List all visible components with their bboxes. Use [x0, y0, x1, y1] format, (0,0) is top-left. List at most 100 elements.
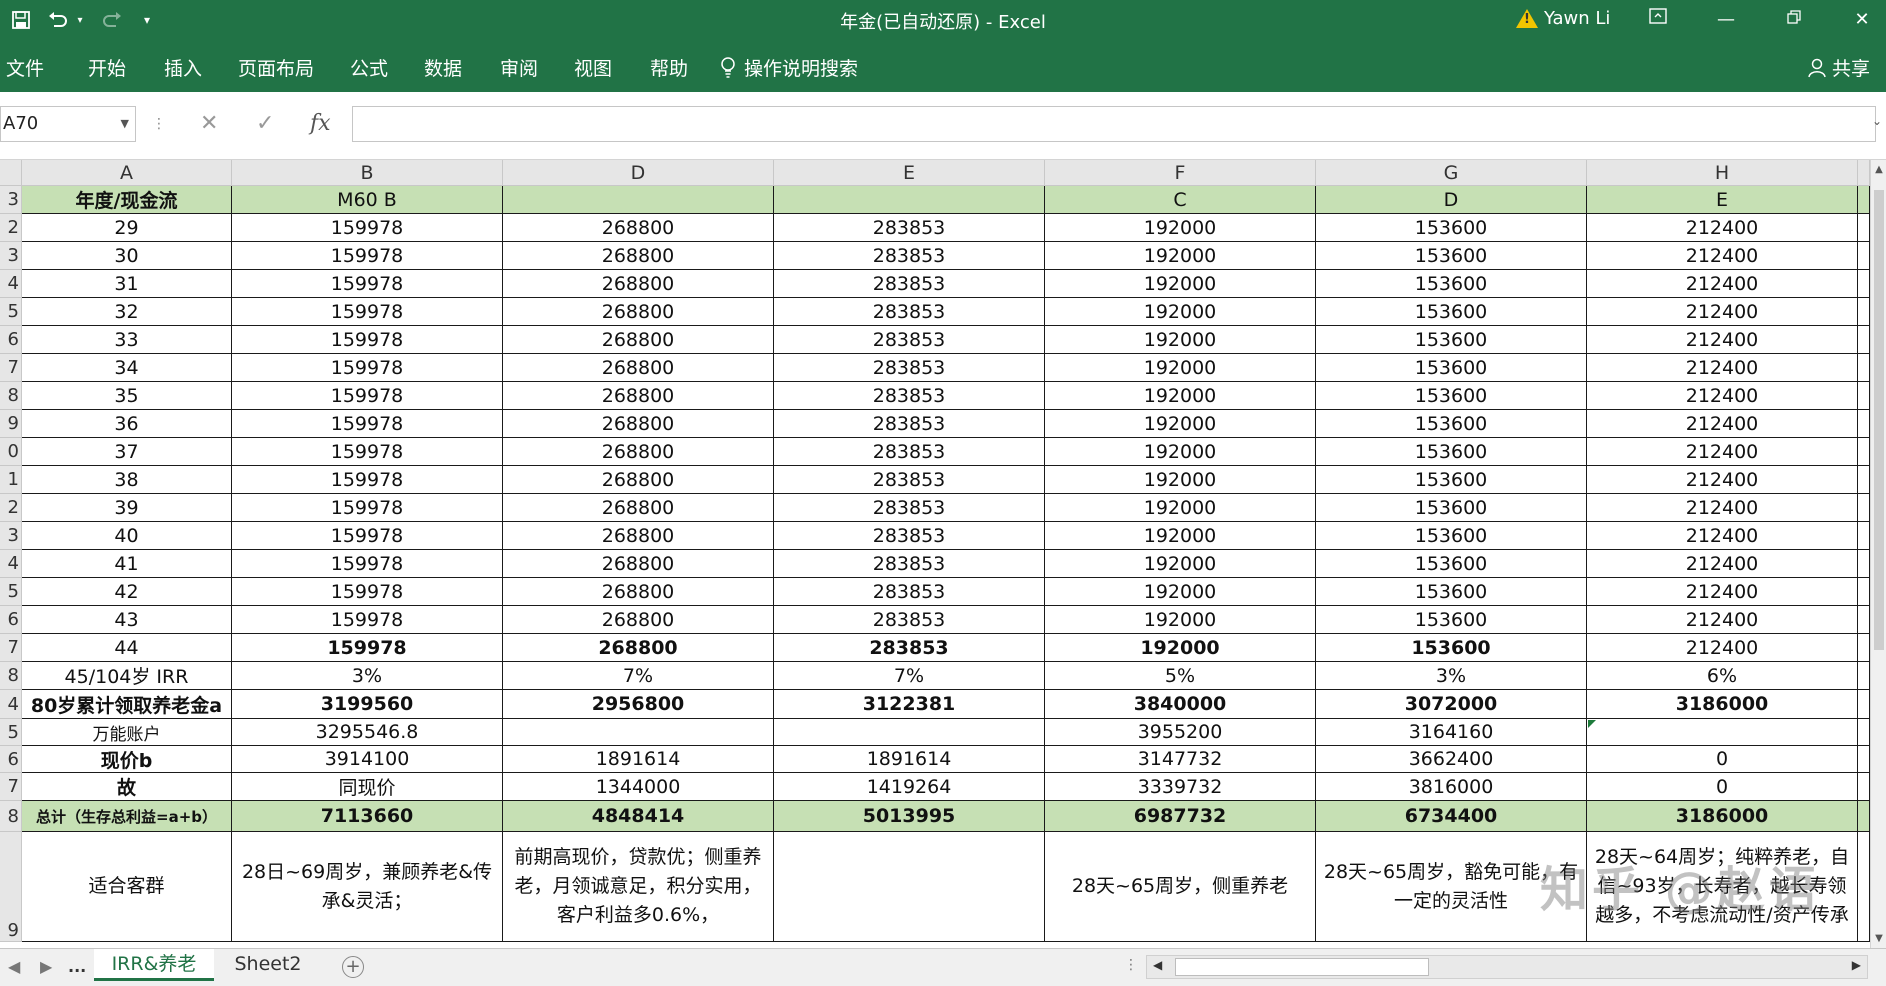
cell-e[interactable]: 283853	[774, 550, 1045, 578]
select-all-corner[interactable]	[0, 160, 22, 186]
cell-h[interactable]: 212400	[1587, 522, 1858, 550]
cell-h[interactable]: 212400	[1587, 438, 1858, 466]
cell-h[interactable]: 0	[1587, 746, 1858, 773]
cell-e[interactable]: 283853	[774, 466, 1045, 494]
cell-d[interactable]: 268800	[503, 326, 774, 354]
row-header[interactable]: 6	[0, 606, 22, 634]
column-header-e[interactable]: E	[774, 160, 1045, 186]
cell-g[interactable]: 3164160	[1316, 719, 1587, 746]
tab-file[interactable]: 文件	[6, 54, 44, 81]
cell-f[interactable]: 192000	[1045, 382, 1316, 410]
cell-a[interactable]: 总计（生存总利益=a+b）	[22, 801, 232, 832]
cell-h[interactable]: 212400	[1587, 270, 1858, 298]
cell-d[interactable]: 268800	[503, 354, 774, 382]
cell-b[interactable]: 159978	[232, 438, 503, 466]
cell-f[interactable]: 192000	[1045, 494, 1316, 522]
cell-next[interactable]	[1858, 578, 1870, 606]
cell-d[interactable]: 268800	[503, 550, 774, 578]
cell-h[interactable]: 6%	[1587, 662, 1858, 690]
cell-g[interactable]: 3662400	[1316, 746, 1587, 773]
row-header[interactable]: 8	[0, 382, 22, 410]
cell-g[interactable]: 153600	[1316, 298, 1587, 326]
cell-next[interactable]	[1858, 773, 1870, 801]
cell-e[interactable]: 283853	[774, 578, 1045, 606]
cell-f[interactable]: 3147732	[1045, 746, 1316, 773]
user-account[interactable]: Yawn Li	[1516, 8, 1610, 29]
cell-h[interactable]: 212400	[1587, 550, 1858, 578]
cell-g[interactable]: 28天~65周岁，豁免可能，有一定的灵活性	[1316, 832, 1587, 942]
cell-a[interactable]: 29	[22, 214, 232, 242]
cell-g[interactable]: D	[1316, 186, 1587, 214]
cell-a[interactable]: 38	[22, 466, 232, 494]
sheet-tab-irr[interactable]: IRR&养老	[94, 949, 214, 981]
cell-a[interactable]: 42	[22, 578, 232, 606]
cell-a[interactable]: 故	[22, 773, 232, 801]
cell-g[interactable]: 6734400	[1316, 801, 1587, 832]
cell-b[interactable]: M60 B	[232, 186, 503, 214]
horizontal-scroll-thumb[interactable]	[1175, 958, 1429, 976]
cell-a[interactable]: 35	[22, 382, 232, 410]
cell-h[interactable]: 212400	[1587, 606, 1858, 634]
cell-d[interactable]: 2956800	[503, 690, 774, 719]
cell-g[interactable]: 153600	[1316, 410, 1587, 438]
row-header[interactable]: 6	[0, 746, 22, 773]
cell-g[interactable]: 153600	[1316, 354, 1587, 382]
tab-home[interactable]: 开始	[88, 54, 126, 81]
cell-h[interactable]: 212400	[1587, 466, 1858, 494]
row-header[interactable]: 3	[0, 186, 22, 214]
row-header[interactable]: 1	[0, 466, 22, 494]
share-button[interactable]: 共享	[1808, 54, 1870, 81]
cell-h[interactable]: 212400	[1587, 242, 1858, 270]
row-header[interactable]: 2	[0, 214, 22, 242]
tab-insert[interactable]: 插入	[164, 54, 202, 81]
cell-h[interactable]: 0	[1587, 773, 1858, 801]
scroll-down-icon[interactable]: ▼	[1871, 933, 1886, 944]
restore-icon[interactable]	[1774, 6, 1814, 34]
row-header[interactable]: 9	[0, 832, 22, 942]
cell-b[interactable]: 28日~69周岁，兼顾养老&传承&灵活；	[232, 832, 503, 942]
tell-me-search[interactable]: 操作说明搜索	[720, 54, 858, 81]
cell-e[interactable]: 283853	[774, 242, 1045, 270]
cell-b[interactable]: 159978	[232, 410, 503, 438]
cell-e[interactable]: 1891614	[774, 746, 1045, 773]
cell-f[interactable]: 28天~65周岁，侧重养老	[1045, 832, 1316, 942]
tab-page-layout[interactable]: 页面布局	[238, 54, 314, 81]
cell-f[interactable]: 5%	[1045, 662, 1316, 690]
cell-e[interactable]: 283853	[774, 382, 1045, 410]
row-header[interactable]: 8	[0, 662, 22, 690]
cell-h[interactable]: E	[1587, 186, 1858, 214]
next-sheet-icon[interactable]: ▶	[40, 957, 52, 976]
cell-a[interactable]: 32	[22, 298, 232, 326]
cell-d[interactable]: 268800	[503, 578, 774, 606]
cell-e[interactable]: 3122381	[774, 690, 1045, 719]
cell-e[interactable]	[774, 186, 1045, 214]
row-header[interactable]: 8	[0, 801, 22, 832]
cell-next[interactable]	[1858, 662, 1870, 690]
add-sheet-icon[interactable]: +	[342, 956, 364, 978]
cell-f[interactable]: 3955200	[1045, 719, 1316, 746]
cell-e[interactable]: 7%	[774, 662, 1045, 690]
cell-b[interactable]: 159978	[232, 298, 503, 326]
cell-f[interactable]: 192000	[1045, 438, 1316, 466]
cell-a[interactable]: 39	[22, 494, 232, 522]
cell-f[interactable]: 192000	[1045, 466, 1316, 494]
row-header[interactable]: 4	[0, 270, 22, 298]
cell-b[interactable]: 159978	[232, 354, 503, 382]
row-header[interactable]: 5	[0, 719, 22, 746]
cell-g[interactable]: 3072000	[1316, 690, 1587, 719]
cell-b[interactable]: 159978	[232, 214, 503, 242]
row-header[interactable]: 3	[0, 242, 22, 270]
cell-f[interactable]: 192000	[1045, 354, 1316, 382]
cell-g[interactable]: 153600	[1316, 326, 1587, 354]
cell-g[interactable]: 153600	[1316, 550, 1587, 578]
column-header-a[interactable]: A	[22, 160, 232, 186]
vertical-scroll-thumb[interactable]	[1874, 190, 1884, 650]
horizontal-scrollbar[interactable]: ◀ ▶	[1146, 955, 1868, 979]
cell-e[interactable]: 283853	[774, 522, 1045, 550]
column-header-h[interactable]: H	[1587, 160, 1858, 186]
cell-f[interactable]: 192000	[1045, 578, 1316, 606]
cell-next[interactable]	[1858, 466, 1870, 494]
tab-review[interactable]: 审阅	[500, 54, 538, 81]
cell-f[interactable]: 3840000	[1045, 690, 1316, 719]
cell-d[interactable]: 268800	[503, 438, 774, 466]
